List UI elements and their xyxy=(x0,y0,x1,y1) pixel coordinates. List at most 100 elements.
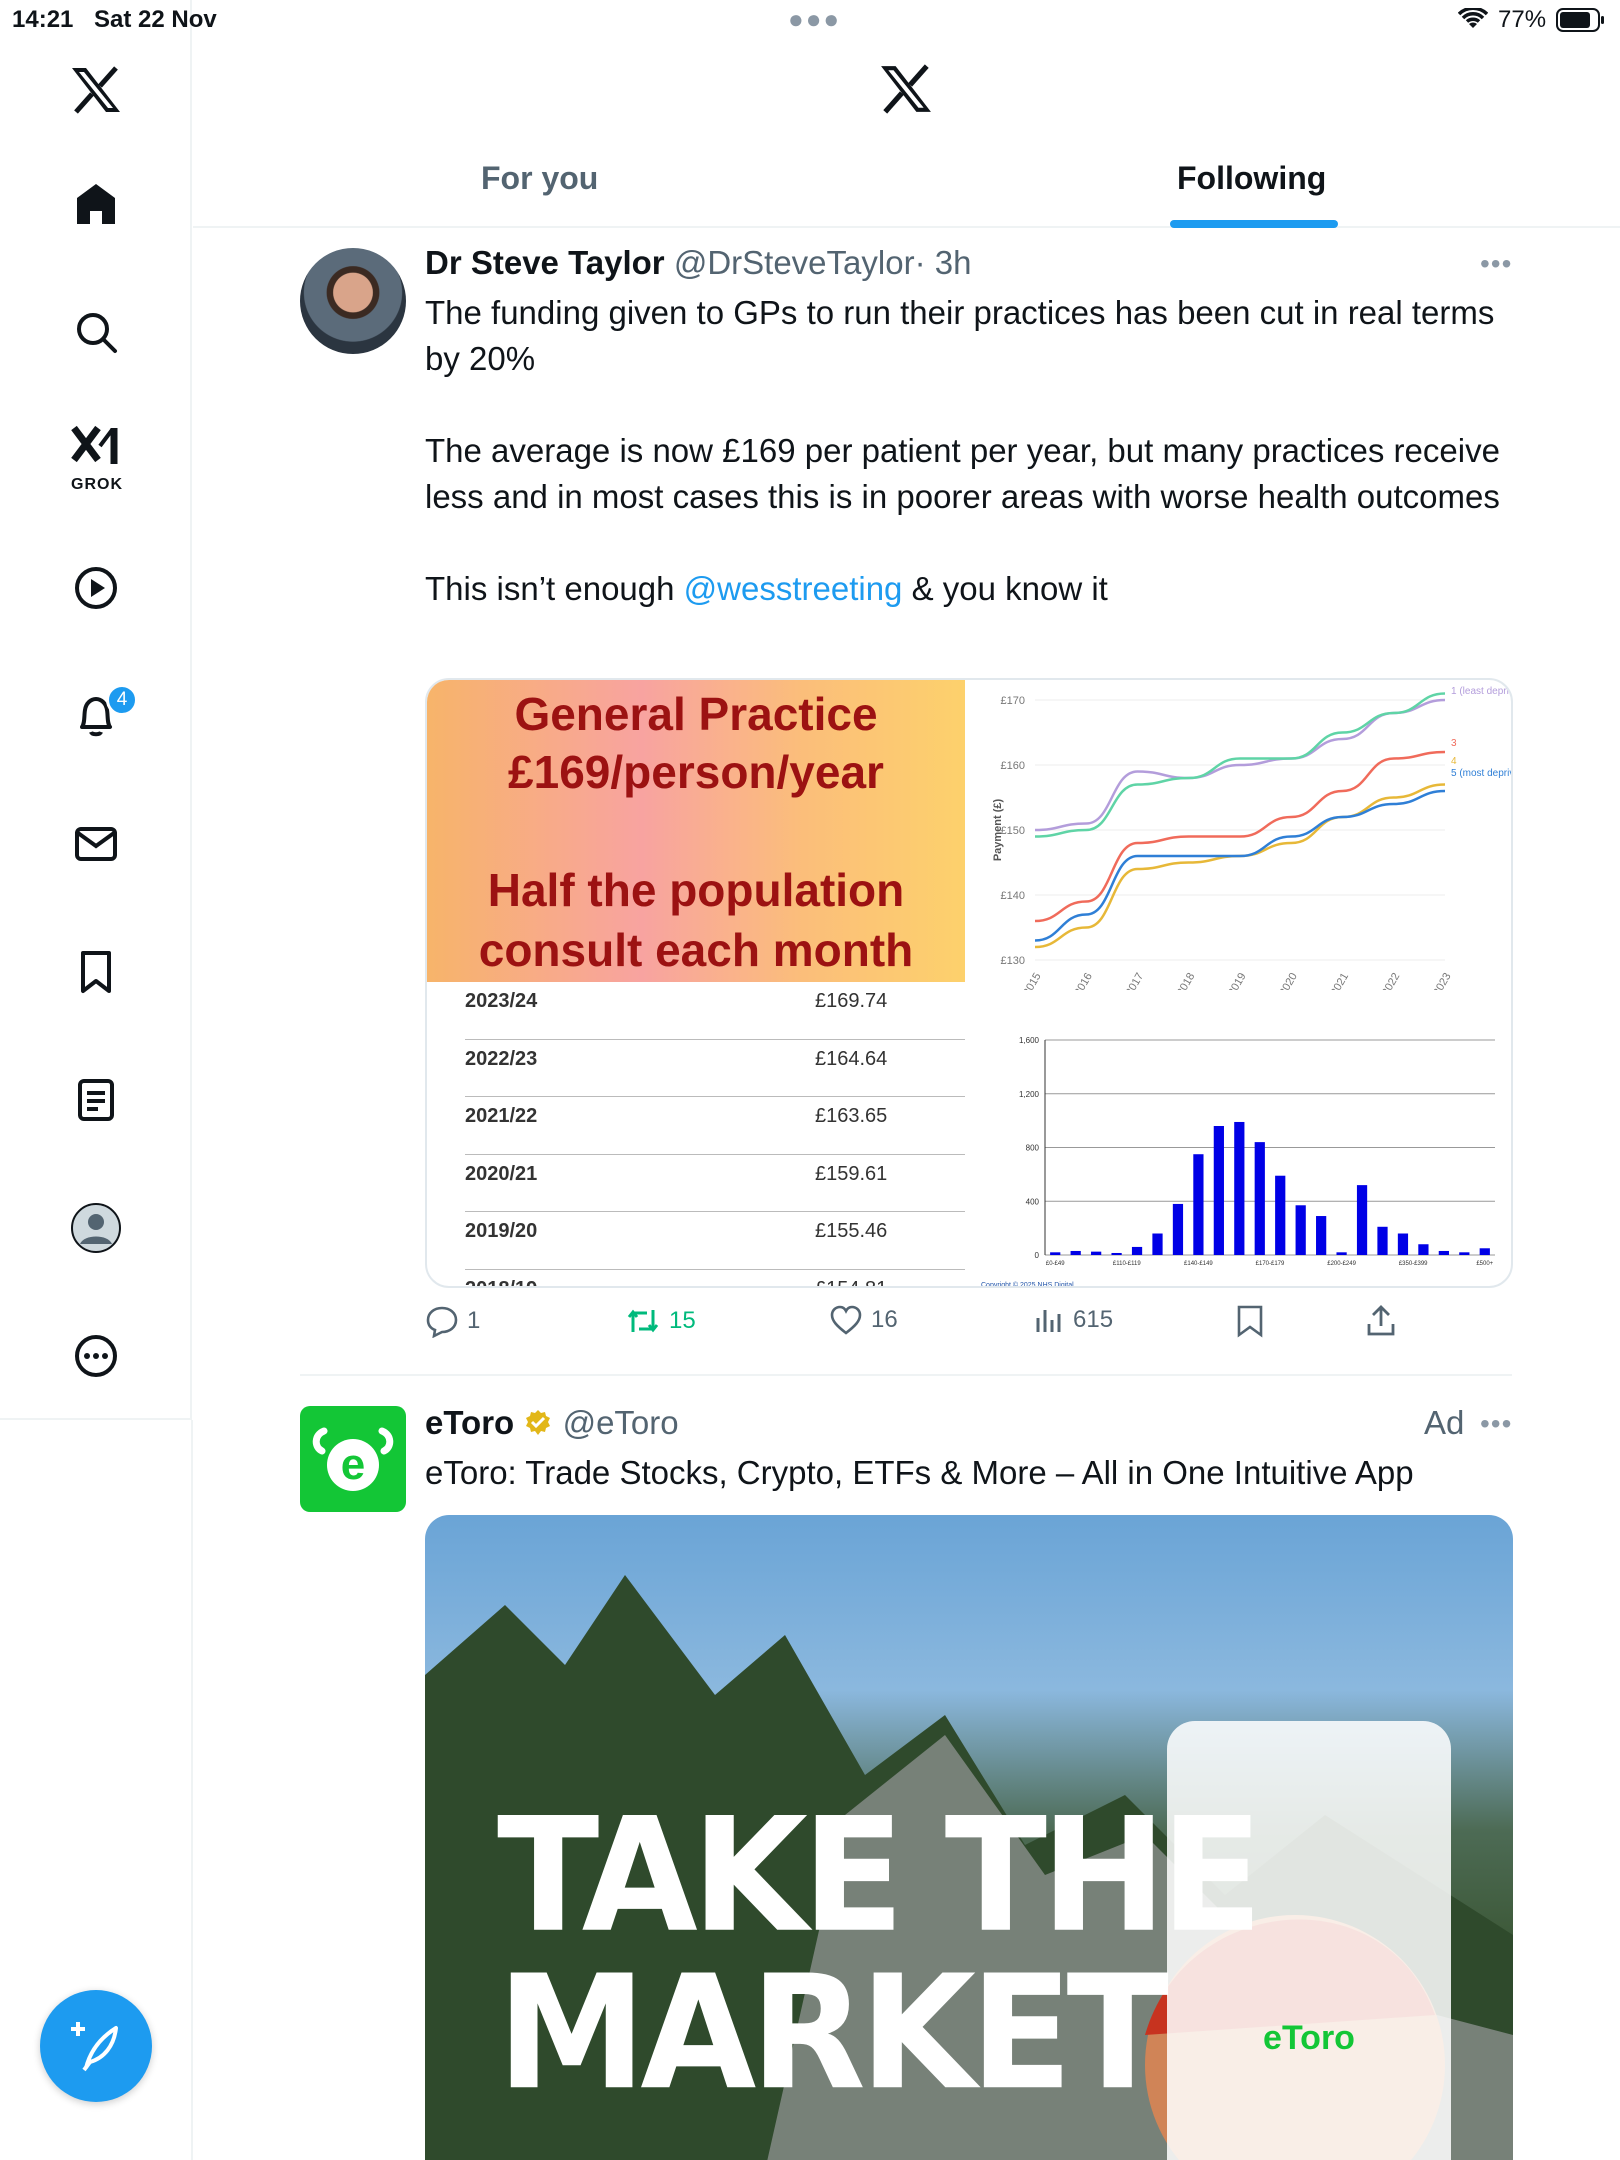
bar xyxy=(1254,1142,1265,1255)
bookmark-button[interactable] xyxy=(1235,1304,1265,1338)
bar xyxy=(1418,1244,1429,1255)
tab-following[interactable]: Following xyxy=(1177,160,1326,197)
heart-icon xyxy=(830,1305,862,1335)
x-tick-label: £170-£179 xyxy=(1256,1261,1285,1267)
more-circle-icon xyxy=(75,1335,117,1377)
y-tick-label: £150 xyxy=(1001,825,1025,837)
list-icon xyxy=(78,1079,114,1121)
y-tick-label: £140 xyxy=(1001,890,1025,902)
line-series xyxy=(1034,783,1446,949)
tweet-time[interactable]: · 3h xyxy=(915,244,972,281)
sidebar-item-profile[interactable] xyxy=(56,1188,136,1268)
tweet-more-icon[interactable]: ••• xyxy=(1480,248,1512,280)
bar xyxy=(1295,1205,1306,1255)
svg-text:e: e xyxy=(341,1440,365,1489)
ad-author-name[interactable]: eToro xyxy=(425,1404,514,1441)
gp-title: General Practice xyxy=(514,688,878,740)
feather-plus-icon xyxy=(71,2022,118,2072)
battery-percent: 77% xyxy=(1498,6,1547,33)
author-name[interactable]: Dr Steve Taylor xyxy=(425,244,665,281)
table-row: 2018/19 £154.81 xyxy=(465,1270,965,1287)
y-tick-label: 0 xyxy=(1035,1251,1040,1260)
tab-for-you[interactable]: For you xyxy=(481,160,598,197)
sidebar-item-explore[interactable] xyxy=(56,292,136,372)
mention-link[interactable]: @wesstreeting xyxy=(684,570,903,607)
bar-chart: 0 400 800 1,200 1,600 £0-£49 £110-£119 £140-£14… xyxy=(981,1036,1495,1286)
avatar-icon xyxy=(71,1203,121,1253)
bookmark-icon xyxy=(1237,1305,1263,1338)
share-icon xyxy=(1367,1305,1395,1336)
verified-gold-icon xyxy=(526,1410,551,1435)
x-tick-label: 2020 xyxy=(1277,971,1300,990)
legend-label: 4 xyxy=(1451,756,1457,767)
repost-button[interactable]: 15 xyxy=(625,1304,696,1338)
x-tick-label: 2016 xyxy=(1072,971,1095,990)
table-cell: £159.61 xyxy=(815,1162,888,1185)
y-axis-label: Payment (£) xyxy=(992,798,1004,861)
ad-handle[interactable]: @eToro xyxy=(563,1404,679,1441)
tweet-author-line: Dr Steve Taylor @DrSteveTaylor· 3h xyxy=(425,244,971,282)
share-button[interactable] xyxy=(1365,1304,1397,1338)
tweet-text-segment: This isn’t enough xyxy=(425,570,684,607)
x-tick-label: 2023 xyxy=(1431,971,1454,990)
ad-headline: TAKE THE MARKET xyxy=(497,1784,1263,2126)
x-logo-icon[interactable] xyxy=(56,50,136,130)
ad-more-icon[interactable]: ••• xyxy=(1480,1408,1512,1440)
bar xyxy=(1091,1251,1102,1255)
bar xyxy=(1234,1121,1245,1255)
x-tick-label: £110-£119 xyxy=(1113,1261,1141,1267)
tweet-actions: 1 15 16 615 xyxy=(425,1304,1425,1354)
bookmark-icon xyxy=(81,951,111,993)
sidebar-item-video[interactable] xyxy=(56,548,136,628)
analytics-icon xyxy=(1036,1310,1061,1332)
sidebar-item-bookmarks[interactable] xyxy=(56,932,136,1012)
avatar[interactable] xyxy=(300,248,406,354)
tweet-paragraph: This isn’t enough @wesstreeting & you kn… xyxy=(425,566,1515,612)
sidebar-nav: GROK 4 xyxy=(0,0,192,1420)
ad-text: eToro: Trade Stocks, Crypto, ETFs & More… xyxy=(425,1454,1414,1491)
sidebar-item-more[interactable] xyxy=(56,1316,136,1396)
compose-post-button[interactable] xyxy=(40,1990,152,2102)
table-cell: £164.64 xyxy=(815,1047,888,1070)
multitask-dots-icon[interactable]: ●●● xyxy=(788,4,841,35)
tweet-divider xyxy=(300,1374,1512,1376)
grok-icon xyxy=(71,425,118,464)
x-tick-label: 2019 xyxy=(1226,971,1249,990)
bar xyxy=(1152,1233,1163,1255)
sidebar-item-lists[interactable] xyxy=(56,1060,136,1140)
gp-title: consult each month xyxy=(478,924,914,976)
like-button[interactable]: 16 xyxy=(829,1304,898,1336)
ad-headline-line: MARKET xyxy=(497,1942,1169,2126)
bar xyxy=(1131,1246,1143,1255)
table-row: 2019/20 £155.46 xyxy=(465,1212,965,1270)
views-button[interactable]: 615 xyxy=(1033,1304,1113,1336)
bar xyxy=(1479,1248,1490,1255)
repost-count: 15 xyxy=(669,1307,696,1334)
ad-video[interactable]: eToro TAKE THE MARKET xyxy=(425,1515,1513,2160)
y-tick-label: £130 xyxy=(1001,955,1025,967)
table-row: 2023/24 £169.74 xyxy=(465,982,965,1040)
x-tick-label: £0-£49 xyxy=(1046,1261,1065,1267)
line-chart: £130 £140 £150 £160 £170 2015 2016 2017 2018 2019… xyxy=(992,686,1511,990)
table-cell: 2020/21 xyxy=(465,1162,538,1185)
tweet-paragraph: The funding given to GPs to run their pr… xyxy=(425,294,1495,377)
table-cell: 2019/20 xyxy=(465,1220,538,1242)
bar xyxy=(1193,1154,1204,1255)
bar xyxy=(1356,1185,1368,1255)
status-date: Sat 22 Nov xyxy=(94,6,217,33)
x-tick-label: 2015 xyxy=(1021,971,1044,990)
sidebar-item-home[interactable] xyxy=(56,164,136,244)
ad-headline-line: TAKE THE xyxy=(497,1784,1263,1968)
x-logo-icon[interactable] xyxy=(879,64,933,119)
bar xyxy=(1070,1250,1081,1255)
status-time: 14:21 xyxy=(12,6,74,33)
reply-button[interactable]: 1 xyxy=(425,1304,480,1338)
ad-author-line: eToro @eToro xyxy=(425,1404,679,1442)
author-handle[interactable]: @DrSteveTaylor xyxy=(674,244,915,281)
tweet-media-collage[interactable]: General Practice £169/person/year Half t… xyxy=(425,678,1513,1288)
like-count: 16 xyxy=(871,1306,898,1333)
sidebar-item-messages[interactable] xyxy=(56,804,136,884)
etoro-avatar[interactable]: e xyxy=(300,1406,406,1512)
app-root: 14:21 Sat 22 Nov ●●● 77% GROK 4 For you … xyxy=(0,0,1620,2160)
bar xyxy=(1377,1226,1388,1255)
